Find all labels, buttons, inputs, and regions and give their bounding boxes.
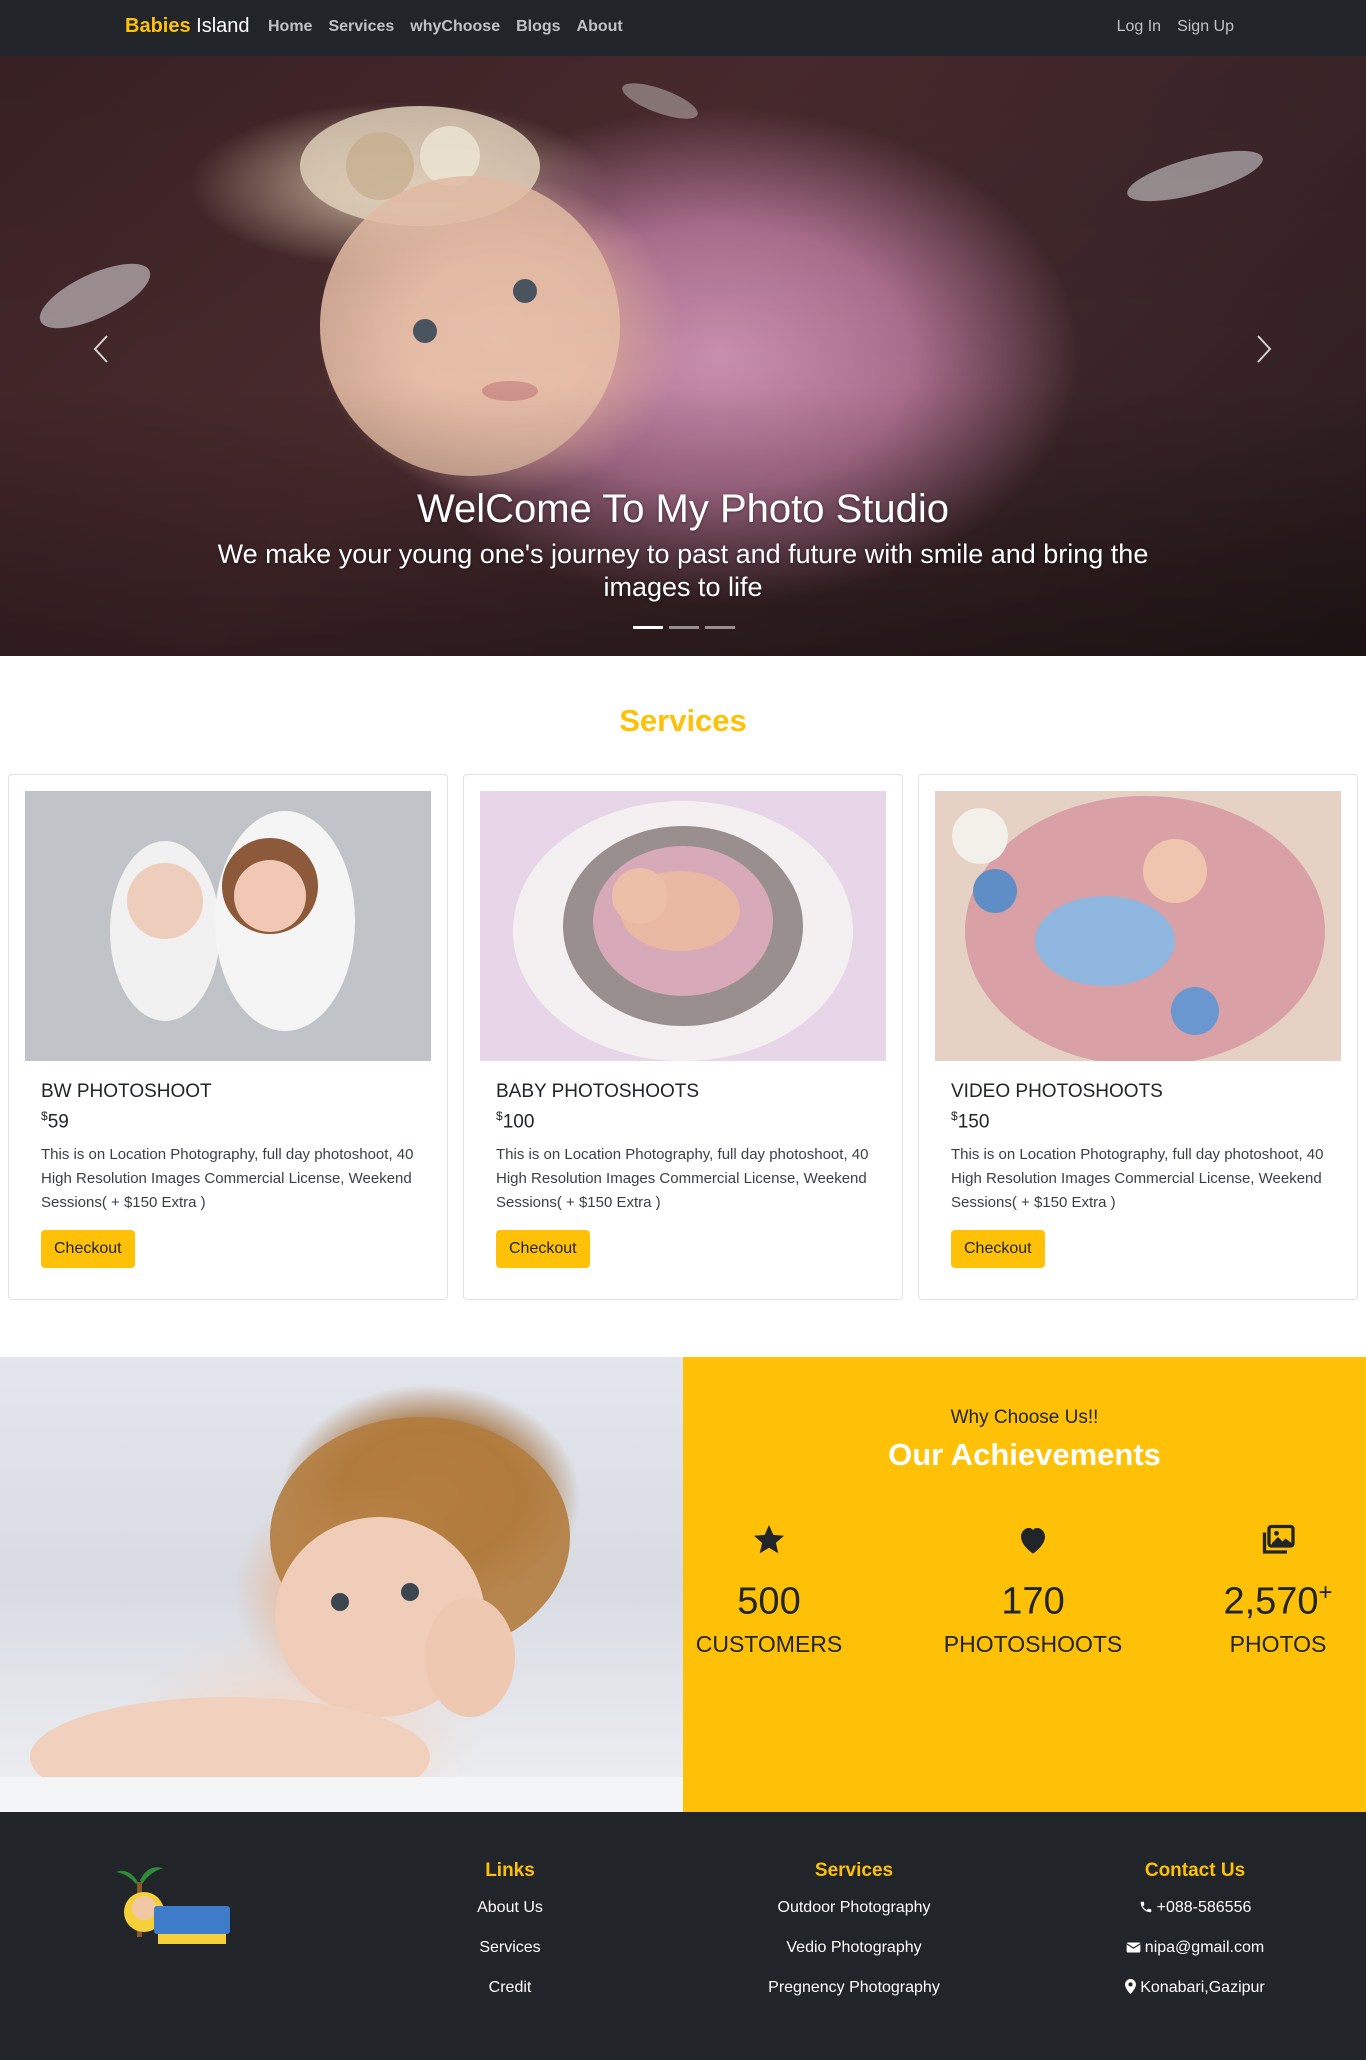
service-title: BABY PHOTOSHOOTS [496, 1081, 700, 1102]
footer-contact-email[interactable]: nipa@gmail.com [1090, 1928, 1300, 1968]
nav-links: Home Services whyChoose Blogs About [268, 18, 623, 36]
carousel-prev-button[interactable] [87, 334, 117, 364]
stat-value: 170 [1001, 1580, 1065, 1623]
hero-carousel: WelCome To My Photo Studio We make your … [0, 56, 1366, 656]
service-card: BABY PHOTOSHOOTS $100 This is on Locatio… [463, 774, 903, 1300]
nav-link-about[interactable]: About [577, 18, 623, 36]
stat-photoshoots: 170 PHOTOSHOOTS [933, 1522, 1133, 1658]
stat-suffix: + [1318, 1579, 1333, 1606]
stat-label: CUSTOMERS [695, 1630, 843, 1657]
nav-link-blogs[interactable]: Blogs [516, 18, 560, 36]
chevron-left-icon [93, 335, 108, 363]
footer-services-column: Services Outdoor Photography Vedio Photo… [724, 1860, 984, 2008]
services-heading: Services [619, 703, 747, 738]
service-price: $59 [41, 1109, 69, 1133]
price-value: 150 [957, 1111, 990, 1133]
images-icon [1262, 1524, 1295, 1554]
brand-name-part1: Babies [125, 15, 191, 37]
service-image-video [935, 791, 1341, 1061]
service-price: $100 [496, 1109, 534, 1133]
nav-link-services[interactable]: Services [328, 18, 394, 36]
checkout-button[interactable]: Checkout [41, 1230, 135, 1268]
login-link[interactable]: Log In [1117, 18, 1161, 36]
footer-links-column: Links About Us Services Credit [410, 1860, 610, 2008]
heart-icon [1021, 1528, 1045, 1554]
footer-contact-address[interactable]: Konabari,Gazipur [1090, 1968, 1300, 2008]
brand-logo[interactable]: Babies Island [125, 15, 250, 38]
footer-link-credit[interactable]: Credit [410, 1968, 610, 2008]
footer-service-pregnancy[interactable]: Pregnency Photography [724, 1968, 984, 2008]
carousel-next-button[interactable] [1248, 334, 1278, 364]
stat-label: PHOTOSHOOTS [943, 1630, 1123, 1657]
service-card: VIDEO PHOTOSHOOTS $150 This is on Locati… [918, 774, 1358, 1300]
stat-customers: 500 CUSTOMERS [694, 1522, 844, 1658]
stat-photos: 2,570+ PHOTOS [1203, 1522, 1353, 1658]
service-title: BW PHOTOSHOOT [41, 1081, 212, 1102]
hero-subtitle: We make your young one's journey to past… [217, 539, 1149, 602]
brand-name-part2: Island [196, 15, 250, 37]
why-choose-panel: Why Choose Us!! Our Achievements 500 CUS… [683, 1357, 1366, 1812]
why-choose-subheading: Why Choose Us!! [950, 1407, 1099, 1428]
carousel-indicator-2[interactable] [669, 626, 699, 629]
stat-value: 500 [737, 1580, 801, 1623]
footer-services-heading: Services [814, 1860, 894, 1881]
checkout-button[interactable]: Checkout [496, 1230, 590, 1268]
checkout-button[interactable]: Checkout [951, 1230, 1045, 1268]
service-description: This is on Location Photography, full da… [496, 1146, 869, 1211]
footer-contact-phone[interactable]: +088-586556 [1090, 1888, 1300, 1928]
baby-with-hat-illustration [0, 1417, 683, 1812]
service-price: $150 [951, 1109, 989, 1133]
stat-label: PHOTOS [1229, 1630, 1327, 1657]
map-marker-icon [1125, 1979, 1137, 1994]
service-description: This is on Location Photography, full da… [41, 1146, 414, 1211]
currency-symbol: $ [41, 1109, 48, 1123]
footer: Links About Us Services Credit Services … [0, 1812, 1366, 2060]
chevron-right-icon [1257, 335, 1272, 363]
auth-links: Log In Sign Up [1117, 18, 1234, 36]
hero-caption: WelCome To My Photo Studio We make your … [180, 484, 1186, 604]
currency-symbol: $ [496, 1109, 503, 1123]
email-text: nipa@gmail.com [1144, 1939, 1265, 1956]
envelope-icon [1126, 1942, 1141, 1953]
address-text: Konabari,Gazipur [1140, 1979, 1265, 1996]
carousel-indicators [633, 626, 735, 629]
star-icon [754, 1525, 784, 1554]
navbar: Babies Island Home Services whyChoose Bl… [0, 0, 1366, 56]
carousel-indicator-3[interactable] [705, 626, 735, 629]
service-image-baby [480, 791, 886, 1061]
price-value: 100 [502, 1111, 535, 1133]
price-value: 59 [47, 1111, 69, 1133]
nav-link-whychoose[interactable]: whyChoose [410, 18, 500, 36]
stat-number: 2,570+ [1203, 1568, 1353, 1627]
nav-link-home[interactable]: Home [268, 18, 312, 36]
service-card: BW PHOTOSHOOT $59 This is on Location Ph… [8, 774, 448, 1300]
carousel-indicator-1[interactable] [633, 626, 663, 629]
footer-link-services[interactable]: Services [410, 1928, 610, 1968]
service-title: VIDEO PHOTOSHOOTS [951, 1081, 1163, 1102]
stat-number: 500 [694, 1568, 844, 1627]
phone-text: +088-586556 [1156, 1899, 1252, 1916]
why-choose-baby-photo [0, 1357, 683, 1812]
phone-icon [1140, 1901, 1151, 1913]
footer-links-heading: Links [485, 1860, 535, 1881]
service-description: This is on Location Photography, full da… [951, 1146, 1324, 1211]
currency-symbol: $ [951, 1109, 958, 1123]
signup-link[interactable]: Sign Up [1177, 18, 1234, 36]
footer-service-video[interactable]: Vedio Photography [724, 1928, 984, 1968]
achievements-heading: Our Achievements [888, 1437, 1161, 1472]
footer-contact-heading: Contact Us [1144, 1860, 1246, 1881]
service-image-bw [25, 791, 431, 1061]
footer-link-about-us[interactable]: About Us [410, 1888, 610, 1928]
footer-contact-column: Contact Us +088-586556 nipa@gmail.com Ko… [1090, 1860, 1300, 2008]
footer-service-outdoor[interactable]: Outdoor Photography [724, 1888, 984, 1928]
stat-number: 170 [933, 1568, 1133, 1627]
hero-title: WelCome To My Photo Studio [416, 487, 950, 531]
baby-island-logo [116, 1867, 230, 1944]
stat-value: 2,570 [1223, 1580, 1319, 1623]
